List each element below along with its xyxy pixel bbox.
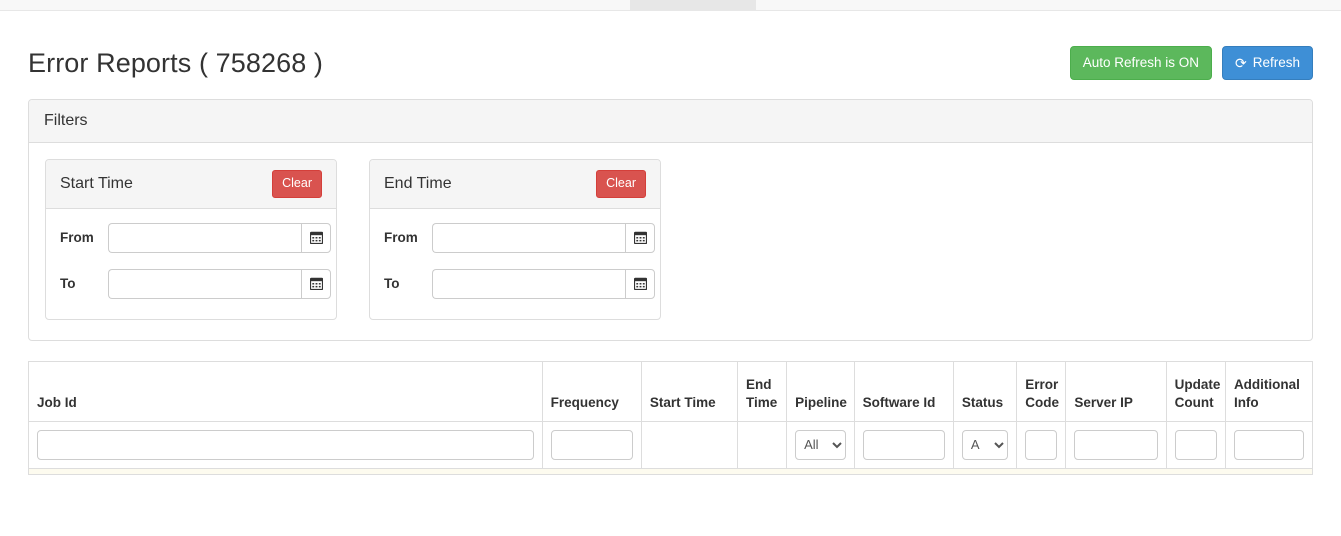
filter-cell-update-count — [1165, 420, 1226, 469]
start-time-to-row: To — [60, 268, 331, 299]
table-filter-row: All A — [28, 420, 1314, 469]
end-time-to-input-group — [432, 268, 655, 299]
filter-input-frequency[interactable] — [550, 429, 633, 460]
refresh-label: Refresh — [1252, 54, 1300, 70]
start-time-to-input-group — [108, 268, 331, 299]
refresh-icon: ⟳ — [1234, 54, 1247, 71]
filter-cell-error-code — [1016, 420, 1067, 469]
start-time-panel-body: From To — [46, 209, 336, 319]
start-time-to-label: To — [60, 276, 76, 291]
error-reports-table-wrap: Job Id Frequency Start Time End Time Pipelin… — [28, 360, 1314, 475]
filter-cell-end-time — [736, 420, 788, 469]
end-time-clear-button[interactable]: Clear — [596, 170, 646, 198]
filters-panel-body: Start Time Clear From To End Time Clear … — [29, 143, 1312, 340]
filter-input-software-id[interactable] — [862, 429, 945, 460]
calendar-icon[interactable] — [301, 268, 331, 299]
filters-panel-heading: Filters — [29, 100, 1312, 143]
start-time-panel-title: Start Time — [60, 174, 133, 192]
start-time-panel-heading: Start Time Clear — [46, 160, 336, 209]
filter-cell-frequency — [541, 420, 642, 469]
column-header-update-count[interactable]: Update Count — [1165, 360, 1226, 422]
filter-cell-additional-info — [1224, 420, 1314, 469]
column-header-pipeline[interactable]: Pipeline — [786, 360, 855, 422]
calendar-icon[interactable] — [625, 268, 655, 299]
auto-refresh-toggle-button[interactable]: Auto Refresh is ON — [1069, 45, 1212, 81]
column-header-server-ip[interactable]: Server IP — [1065, 360, 1167, 422]
start-time-from-label: From — [60, 230, 94, 245]
end-time-to-label: To — [384, 276, 400, 291]
end-time-panel-heading: End Time Clear — [370, 160, 660, 209]
table-body: All A — [28, 420, 1314, 475]
top-navbar — [0, 0, 1341, 11]
end-time-from-input[interactable] — [432, 222, 625, 253]
page-container: Error Reports ( 758268 ) Auto Refresh is… — [0, 11, 1341, 475]
filter-input-job-id[interactable] — [37, 429, 534, 460]
end-time-from-label: From — [384, 230, 418, 245]
filter-cell-server-ip — [1065, 420, 1167, 469]
calendar-icon[interactable] — [625, 222, 655, 253]
column-header-error-code[interactable]: Error Code — [1016, 360, 1067, 422]
table-header-row: Job Id Frequency Start Time End Time Pipelin… — [28, 360, 1314, 422]
column-header-end-time[interactable]: End Time — [736, 360, 788, 422]
end-time-to-row: To — [384, 268, 655, 299]
end-time-from-input-group — [432, 222, 655, 253]
end-time-panel-body: From To — [370, 209, 660, 319]
table-head: Job Id Frequency Start Time End Time Pipelin… — [28, 360, 1314, 422]
table-row[interactable] — [28, 467, 1313, 475]
filter-cell-software-id — [853, 420, 954, 469]
auto-refresh-label: Auto Refresh is ON — [1082, 54, 1199, 70]
column-header-start-time[interactable]: Start Time — [640, 360, 739, 422]
header-actions: Auto Refresh is ON ⟳ Refresh — [1069, 45, 1313, 81]
filters-panel: Filters Start Time Clear From To End Tim… — [28, 99, 1313, 341]
filter-select-pipeline[interactable]: All — [795, 429, 846, 460]
filter-cell-job-id — [28, 420, 543, 469]
navbar-active-tab[interactable] — [630, 0, 756, 10]
column-header-status[interactable]: Status — [952, 360, 1018, 422]
start-time-to-input[interactable] — [108, 268, 301, 299]
filter-input-error-code[interactable] — [1025, 429, 1058, 460]
end-time-filter-panel: End Time Clear From To — [369, 159, 661, 320]
start-time-from-input[interactable] — [108, 222, 301, 253]
column-header-job-id[interactable]: Job Id — [28, 360, 543, 422]
filter-cell-pipeline: All — [786, 420, 855, 469]
end-time-from-row: From — [384, 222, 655, 253]
page-title: Error Reports ( 758268 ) — [28, 47, 324, 78]
column-header-additional-info[interactable]: Additional Info — [1224, 360, 1314, 422]
calendar-icon[interactable] — [301, 222, 331, 253]
table-row-cell — [28, 467, 1313, 475]
filter-input-additional-info[interactable] — [1233, 429, 1304, 460]
start-time-from-row: From — [60, 222, 331, 253]
filters-panel-title: Filters — [44, 112, 88, 129]
page-header: Error Reports ( 758268 ) Auto Refresh is… — [28, 11, 1313, 97]
start-time-filter-panel: Start Time Clear From To — [45, 159, 337, 320]
column-header-software-id[interactable]: Software Id — [853, 360, 954, 422]
end-time-panel-title: End Time — [384, 174, 452, 192]
error-reports-table: Job Id Frequency Start Time End Time Pipelin… — [28, 360, 1314, 475]
filter-input-server-ip[interactable] — [1074, 429, 1158, 460]
refresh-button[interactable]: ⟳ Refresh — [1221, 45, 1313, 81]
filter-cell-status: A — [952, 420, 1018, 469]
end-time-to-input[interactable] — [432, 268, 625, 299]
start-time-from-input-group — [108, 222, 331, 253]
filter-select-status[interactable]: A — [961, 429, 1009, 460]
column-header-frequency[interactable]: Frequency — [541, 360, 642, 422]
filter-input-update-count[interactable] — [1174, 429, 1217, 460]
start-time-clear-button[interactable]: Clear — [272, 170, 322, 198]
filter-cell-start-time — [640, 420, 739, 469]
